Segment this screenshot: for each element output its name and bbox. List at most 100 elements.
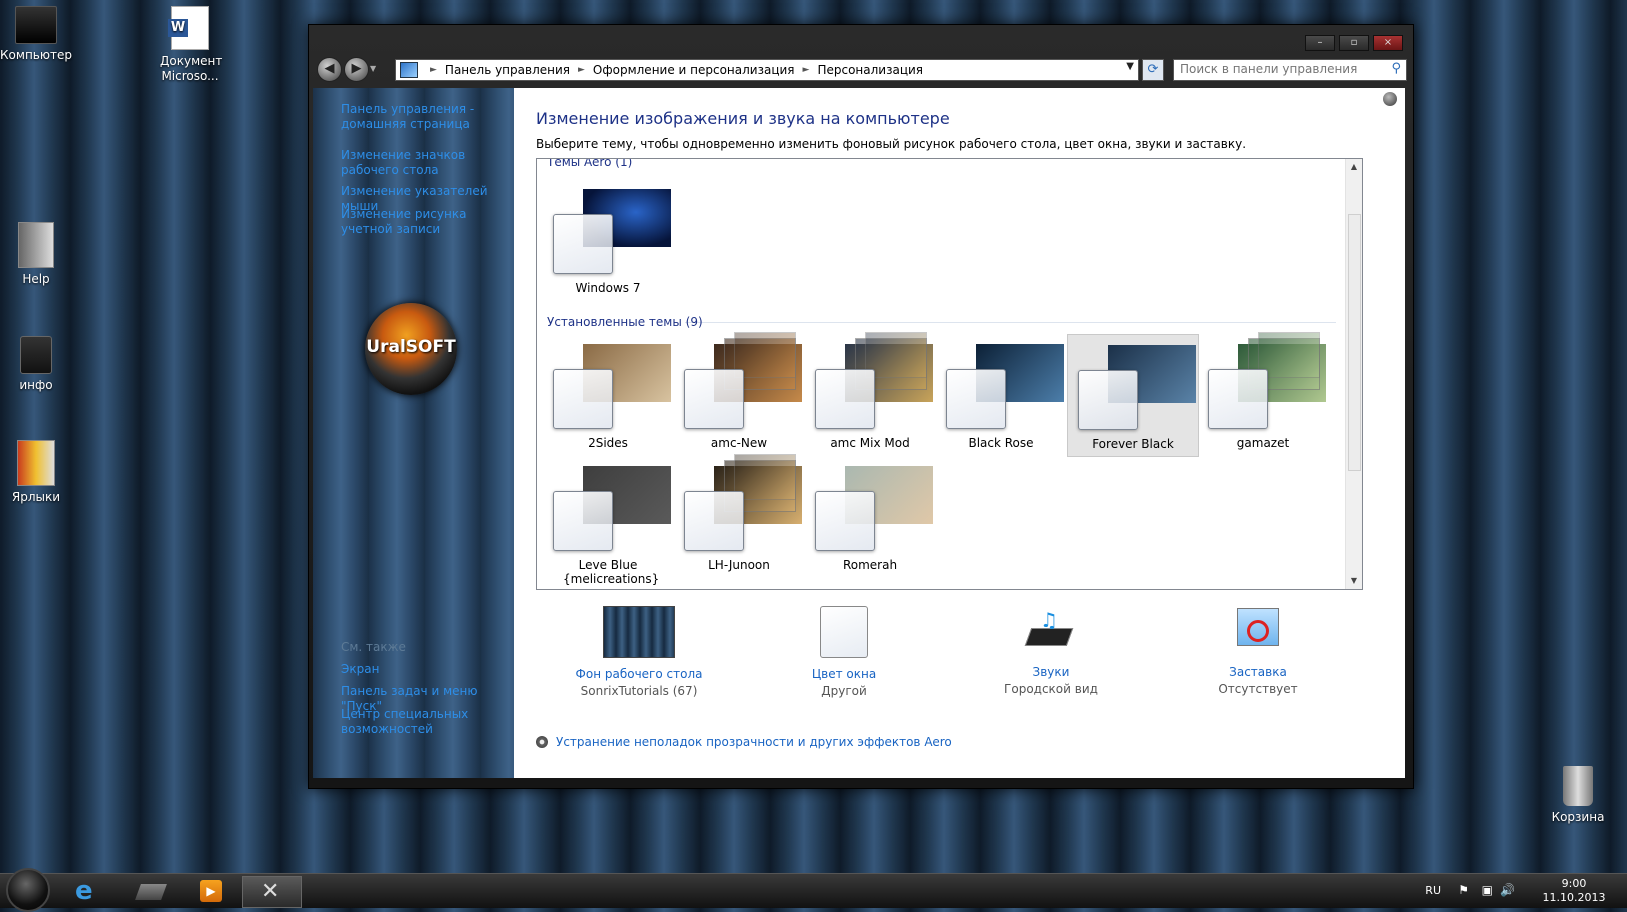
- breadcrumb-control-panel[interactable]: Панель управления: [445, 63, 570, 77]
- desktop-icon-word-document[interactable]: W Документ Microso...: [150, 6, 230, 84]
- theme-name: gamazet: [1236, 436, 1290, 450]
- breadcrumb-personalization[interactable]: Персонализация: [817, 63, 923, 77]
- sounds-link[interactable]: Звуки: [961, 664, 1141, 680]
- tools-icon: ✕: [261, 879, 280, 904]
- screensaver-icon: [1235, 606, 1281, 656]
- theme-name: 2Sides: [588, 436, 628, 450]
- theme-list-scrollbar[interactable]: ▲ ▼: [1345, 159, 1362, 589]
- theme-color-swatch: [684, 491, 744, 551]
- internet-explorer-icon: e: [75, 876, 93, 906]
- scroll-down-icon[interactable]: ▼: [1346, 573, 1362, 589]
- desktop-icon-label: Help: [22, 272, 50, 286]
- personalization-window: – ▫ × ◀ ▶ ▼ ► Панель управления ► Оформл…: [308, 24, 1414, 789]
- search-icon[interactable]: ⚲: [1391, 61, 1401, 76]
- control-panel-icon: [400, 62, 418, 78]
- screensaver-value: Отсутствует: [1218, 682, 1298, 696]
- theme-color-swatch: [553, 491, 613, 551]
- taskbar-control-panel[interactable]: ✕: [242, 876, 302, 908]
- desktop-icon-label: Корзина: [1551, 810, 1605, 824]
- minimize-button[interactable]: –: [1305, 35, 1335, 51]
- clock[interactable]: 9:00 11.10.2013: [1539, 877, 1609, 905]
- theme-color-swatch: [684, 369, 744, 429]
- desktop-icon-computer[interactable]: Компьютер: [0, 6, 76, 63]
- theme-item[interactable]: amc-New: [674, 332, 804, 455]
- screensaver-setting[interactable]: Заставка Отсутствует: [1168, 606, 1348, 698]
- help-icon[interactable]: [1383, 92, 1397, 106]
- taskbar-media-player[interactable]: ▶: [182, 876, 240, 906]
- volume-icon[interactable]: 🔊: [1500, 883, 1515, 897]
- clock-date: 11.10.2013: [1542, 891, 1606, 904]
- search-input[interactable]: [1174, 60, 1386, 78]
- refresh-button[interactable]: ⟳: [1142, 59, 1164, 81]
- theme-color-swatch: [1078, 370, 1138, 430]
- shortcuts-folder-icon: [17, 440, 55, 486]
- window-color-setting[interactable]: Цвет окна Другой: [754, 606, 934, 700]
- address-dropdown-icon[interactable]: ▼: [1126, 61, 1134, 72]
- sidebar-link-ease-of-access[interactable]: Центр специальных возможностей: [341, 707, 511, 737]
- network-icon[interactable]: ▣: [1482, 883, 1493, 897]
- aero-troubleshoot-text[interactable]: Устранение неполадок прозрачности и друг…: [556, 735, 952, 749]
- breadcrumb-separator[interactable]: ►: [578, 65, 585, 75]
- window-color-value: Другой: [821, 684, 867, 698]
- sidebar: Панель управления - домашняя страница Из…: [313, 88, 514, 778]
- desktop-icon-recycle-bin[interactable]: Корзина: [1538, 766, 1618, 825]
- theme-item[interactable]: LH-Junoon: [674, 454, 804, 577]
- sidebar-link-account-picture[interactable]: Изменение рисунка учетной записи: [341, 207, 511, 237]
- language-indicator[interactable]: RU: [1425, 884, 1441, 897]
- theme-color-swatch: [815, 369, 875, 429]
- breadcrumb-appearance[interactable]: Оформление и персонализация: [593, 63, 795, 77]
- theme-item[interactable]: Windows 7: [543, 179, 673, 300]
- sidebar-link-desktop-icons[interactable]: Изменение значков рабочего стола: [341, 148, 511, 178]
- start-button[interactable]: [6, 868, 50, 912]
- refresh-icon: ⟳: [1147, 62, 1159, 77]
- desktop-icon-label: инфо: [19, 378, 53, 392]
- desktop-background-link[interactable]: Фон рабочего стола: [549, 666, 729, 682]
- desktop-icon-help[interactable]: Help: [0, 222, 76, 287]
- theme-item[interactable]: Black Rose: [936, 334, 1066, 455]
- theme-color-swatch: [553, 214, 613, 274]
- scrollbar-thumb[interactable]: [1348, 214, 1361, 471]
- desktop-icon-label: Документ Microso...: [160, 54, 223, 83]
- group-divider: [685, 322, 1336, 323]
- breadcrumb-separator[interactable]: ►: [803, 65, 810, 75]
- logo-text: UralSOFT: [366, 337, 456, 357]
- theme-item[interactable]: gamazet: [1198, 332, 1328, 455]
- theme-item[interactable]: Leve Blue {melicreations}: [543, 456, 673, 589]
- sounds-setting[interactable]: ♫ Звуки Городской вид: [961, 606, 1141, 698]
- desktop-background-setting[interactable]: Фон рабочего стола SonrixTutorials (67): [549, 606, 729, 700]
- taskbar-libraries[interactable]: [122, 876, 180, 906]
- desktop-icon-shortcuts[interactable]: Ярлыки: [0, 440, 76, 505]
- window-color-link[interactable]: Цвет окна: [754, 666, 934, 682]
- page-title: Изменение изображения и звука на компьют…: [536, 109, 950, 128]
- sidebar-link-control-panel-home[interactable]: Панель управления - домашняя страница: [341, 102, 511, 132]
- history-dropdown-icon[interactable]: ▼: [370, 64, 376, 73]
- close-button[interactable]: ×: [1373, 35, 1403, 51]
- window-color-icon: [820, 606, 868, 658]
- maximize-button[interactable]: ▫: [1339, 35, 1369, 51]
- desktop-icon-label: Ярлыки: [11, 490, 61, 504]
- scroll-up-icon[interactable]: ▲: [1346, 159, 1362, 175]
- theme-item-selected[interactable]: Forever Black: [1067, 334, 1199, 457]
- address-bar[interactable]: ► Панель управления ► Оформление и персо…: [395, 59, 1139, 81]
- taskbar-internet-explorer[interactable]: e: [60, 876, 118, 906]
- back-button[interactable]: ◀: [317, 57, 342, 82]
- action-center-flag-icon[interactable]: ⚑: [1458, 883, 1469, 897]
- theme-list[interactable]: Темы Aero (1) Windows 7 Установленные те…: [536, 158, 1363, 590]
- installed-themes-heading: Установленные темы (9): [547, 315, 703, 329]
- theme-name: LH-Junoon: [708, 558, 770, 572]
- aero-troubleshoot-link[interactable]: Устранение неполадок прозрачности и друг…: [536, 735, 952, 749]
- search-box[interactable]: ⚲: [1173, 59, 1407, 81]
- desktop-icon-info[interactable]: инфо: [0, 336, 76, 393]
- screensaver-link[interactable]: Заставка: [1168, 664, 1348, 680]
- theme-item[interactable]: Romerah: [805, 456, 935, 577]
- uralsoft-logo: UralSOFT: [365, 303, 457, 395]
- theme-name: Windows 7: [575, 281, 641, 295]
- forward-button[interactable]: ▶: [344, 57, 369, 82]
- media-player-icon: ▶: [200, 880, 222, 902]
- theme-item[interactable]: 2Sides: [543, 334, 673, 455]
- theme-name: Leve Blue {melicreations}: [563, 558, 660, 586]
- theme-item[interactable]: amc Mix Mod: [805, 332, 935, 455]
- desktop-icon-label: Компьютер: [0, 48, 72, 62]
- sidebar-link-display[interactable]: Экран: [341, 662, 511, 677]
- folder-icon: [135, 884, 167, 900]
